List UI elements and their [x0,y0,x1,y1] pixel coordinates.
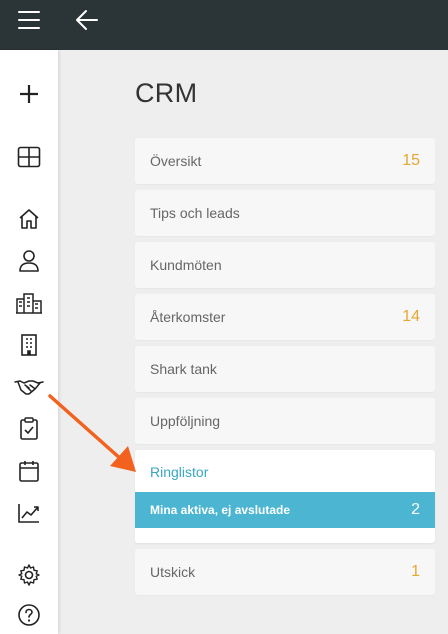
sidebar [0,50,58,634]
menu-item-utskick[interactable]: Utskick 1 [135,549,435,595]
submenu-item-label: Mina aktiva, ej avslutade [150,503,291,517]
building-icon[interactable] [14,330,44,360]
menu-item-label: Utskick [150,564,196,580]
handshake-icon[interactable] [14,372,44,402]
chart-line-icon[interactable] [14,498,44,528]
clipboard-check-icon[interactable] [14,414,44,444]
menu-item-kundmoten[interactable]: Kundmöten [135,242,435,288]
menu-item-shark-tank[interactable]: Shark tank [135,346,435,392]
menu-item-label: Översikt [150,153,202,169]
menu-item-label: Uppföljning [150,413,221,429]
menu-item-label: Återkomster [150,309,226,325]
annotation-arrow [48,394,136,472]
help-icon[interactable] [14,600,44,630]
count-badge: 15 [402,152,420,169]
page-title: CRM [135,78,198,108]
plus-icon[interactable] [14,79,44,109]
top-bar [0,0,448,50]
grid-icon[interactable] [14,142,44,172]
menu-item-uppfoljning[interactable]: Uppföljning [135,398,435,444]
menu-item-oversikt[interactable]: Översikt 15 [135,138,435,184]
menu-item-label: Tips och leads [150,205,240,221]
user-icon[interactable] [14,246,44,276]
calendar-icon[interactable] [14,456,44,486]
menu-item-aterkomster[interactable]: Återkomster 14 [135,294,435,340]
menu-item-tips-och-leads[interactable]: Tips och leads [135,190,435,236]
gear-icon[interactable] [14,560,44,590]
menu-item-label: Shark tank [150,361,217,377]
count-badge: 2 [411,501,420,518]
count-badge: 14 [402,308,420,325]
menu-item-ringlistor[interactable]: Ringlistor Mina aktiva, ej avslutade 2 [135,450,435,543]
count-badge: 1 [411,563,420,580]
hamburger-icon[interactable] [18,11,40,29]
menu-item-label[interactable]: Ringlistor [150,464,208,480]
menu-item-label: Kundmöten [150,257,222,273]
arrow-left-icon[interactable] [74,8,100,32]
home-icon[interactable] [14,204,44,234]
submenu-item-mina-aktiva[interactable]: Mina aktiva, ej avslutade 2 [135,492,435,528]
buildings-icon[interactable] [14,288,44,318]
